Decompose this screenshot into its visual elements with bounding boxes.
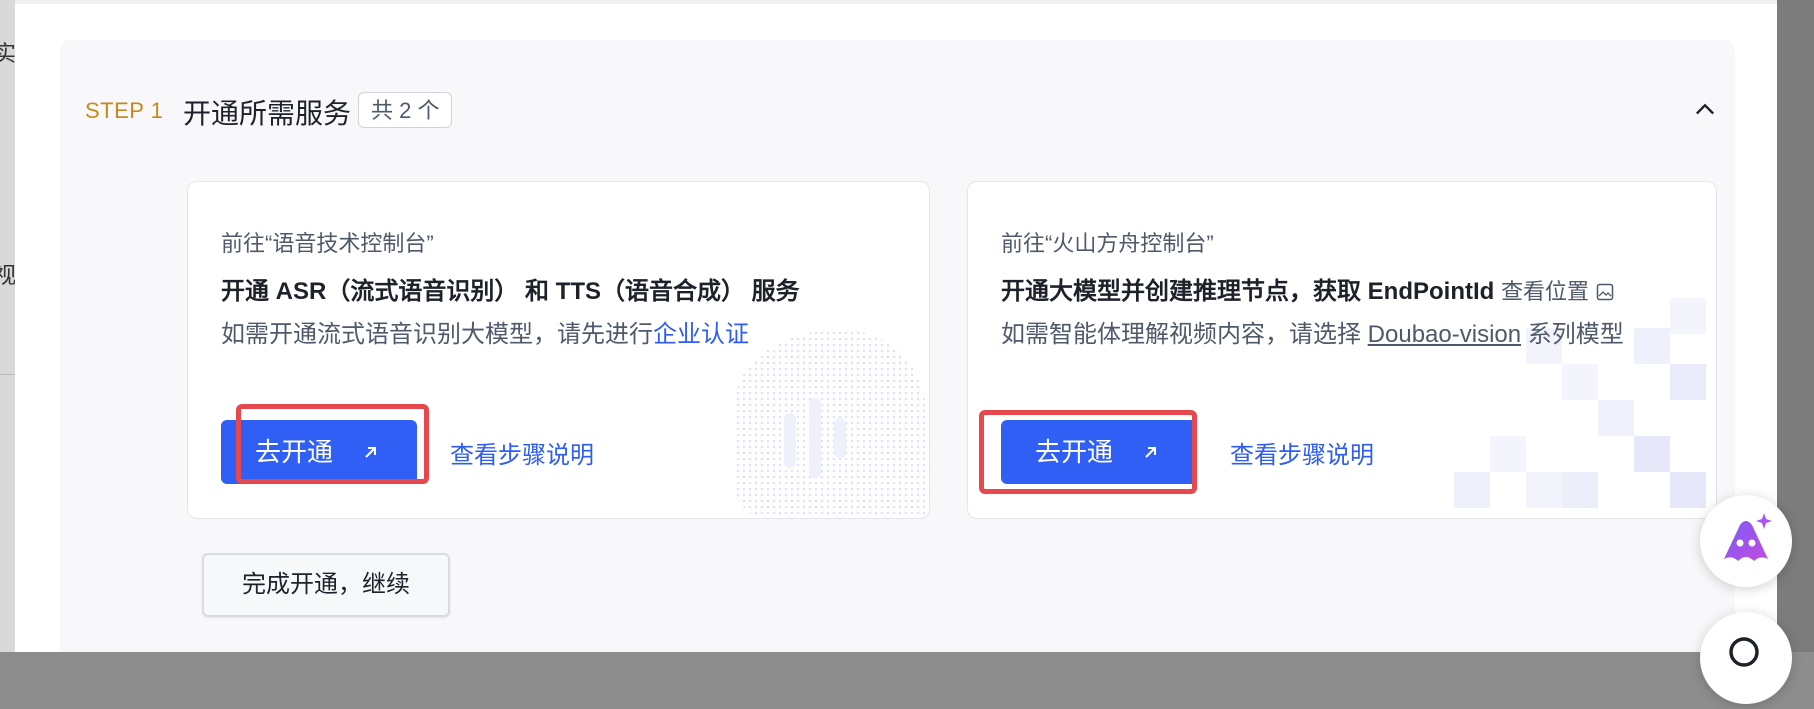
description-tail: 系列模型 xyxy=(1527,321,1624,348)
view-steps-link[interactable]: 查看步骤说明 xyxy=(450,435,594,470)
view-location-link[interactable]: 查看位置 xyxy=(1501,279,1589,304)
background-text-fragment: 视 xyxy=(0,263,15,288)
card-description: 如需智能体理解视频内容，请选择 Doubao-vision 系列模型 xyxy=(1001,314,1624,349)
card-pre-text: 前往“语音技术控制台” xyxy=(221,231,434,256)
view-steps-link[interactable]: 查看步骤说明 xyxy=(1230,435,1374,470)
count-badge: 共 2 个 xyxy=(358,92,453,128)
step-title: 开通所需服务 xyxy=(183,98,352,129)
divider xyxy=(15,0,1777,4)
card-description: 如需开通流式语音识别大模型，请先进行企业认证 xyxy=(221,314,749,349)
voice-bubble-decoration xyxy=(734,330,929,518)
assistant-icon xyxy=(1724,513,1772,561)
chevron-up-icon[interactable] xyxy=(1691,96,1719,124)
highlight-box xyxy=(979,410,1197,494)
divider xyxy=(0,374,15,375)
service-card-asr-tts: 前往“语音技术控制台” 开通 ASR（流式语音识别） 和 TTS（语音合成） 服… xyxy=(187,181,930,519)
complete-continue-button[interactable]: 完成开通，继续 xyxy=(202,553,450,617)
service-card-ark-model: 前往“火山方舟控制台” 开通大模型并创建推理节点，获取 EndPointId 查… xyxy=(967,181,1717,519)
card-title: 开通 ASR（流式语音识别） 和 TTS（语音合成） 服务 xyxy=(221,278,800,305)
doubao-vision-link[interactable]: Doubao-vision xyxy=(1368,321,1521,348)
image-icon[interactable] xyxy=(1596,283,1614,301)
description-text: 如需智能体理解视频内容，请选择 xyxy=(1001,321,1361,348)
background-text-fragment: 实 xyxy=(0,41,15,66)
search-icon xyxy=(1729,637,1759,667)
main-panel: STEP 1 开通所需服务 共 2 个 前往“语音技术控制台” 开通 ASR（流… xyxy=(15,0,1777,652)
enterprise-auth-link[interactable]: 企业认证 xyxy=(653,321,749,348)
highlight-box xyxy=(236,404,429,484)
search-float-button[interactable] xyxy=(1700,612,1792,704)
card-title-text: 开通大模型并创建推理节点，获取 EndPointId xyxy=(1001,278,1495,305)
background-page-strip: 实 视 xyxy=(0,0,15,652)
description-text: 如需开通流式语音识别大模型，请先进行 xyxy=(221,321,653,348)
card-pre-text: 前往“火山方舟控制台” xyxy=(1001,231,1214,256)
step-number: STEP 1 xyxy=(85,98,164,123)
assistant-float-button[interactable] xyxy=(1700,495,1792,587)
card-title: 开通大模型并创建推理节点，获取 EndPointId 查看位置 xyxy=(1001,271,1614,306)
